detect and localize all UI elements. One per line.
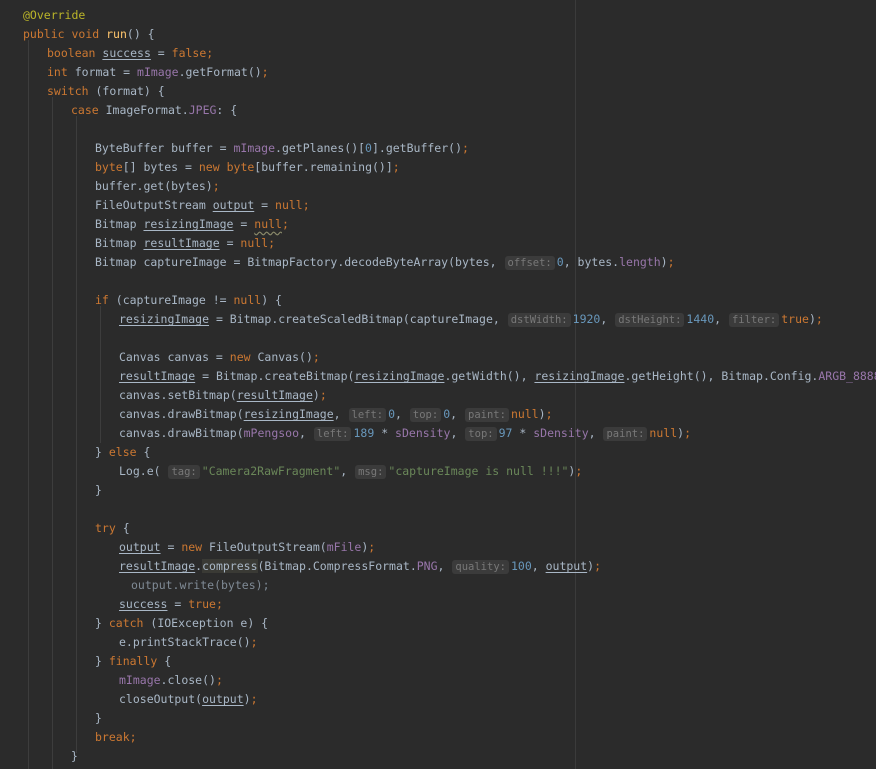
code-line-16[interactable]: if (captureImage != null) { xyxy=(95,291,282,310)
code-line-37[interactable]: closeOutput(output); xyxy=(119,690,258,709)
indent-guide xyxy=(100,306,101,443)
code-line-35[interactable]: } finally { xyxy=(95,652,171,671)
code-line-20[interactable]: resultImage = Bitmap.createBitmap(resizi… xyxy=(119,367,876,386)
code-line-19[interactable]: Canvas canvas = new Canvas(); xyxy=(119,348,320,367)
code-line-32[interactable]: success = true; xyxy=(119,595,223,614)
code-line-1[interactable]: @Override xyxy=(23,6,85,25)
code-line-5[interactable]: switch (format) { xyxy=(47,82,165,101)
param-hint: msg: xyxy=(355,465,387,479)
indent-guide xyxy=(52,97,53,769)
code-line-31[interactable]: output.write(bytes); xyxy=(131,576,270,595)
code-line-25[interactable]: Log.e( tag: "Camera2RawFragment", msg: "ca… xyxy=(119,462,582,481)
code-line-36[interactable]: mImage.close(); xyxy=(119,671,223,690)
code-line-22[interactable]: canvas.drawBitmap(resizingImage, left: 0,… xyxy=(119,405,553,424)
code-editor[interactable]: @Override public void run() { boolean su… xyxy=(0,0,876,769)
code-line-33[interactable]: } catch (IOException e) { xyxy=(95,614,268,633)
code-line-40[interactable]: } xyxy=(71,747,78,766)
code-line-3[interactable]: boolean success = false; xyxy=(47,44,213,63)
param-hint: paint: xyxy=(603,427,648,441)
code-line-26[interactable]: } xyxy=(95,481,102,500)
code-line-6[interactable]: case ImageFormat.JPEG: { xyxy=(71,101,237,120)
code-line-10[interactable]: buffer.get(bytes); xyxy=(95,177,220,196)
param-hint: filter: xyxy=(728,313,780,327)
code-line-17[interactable]: resizingImage = Bitmap.createScaledBitma… xyxy=(119,310,823,329)
code-line-34[interactable]: e.printStackTrace(); xyxy=(119,633,258,652)
code-line-28[interactable]: try { xyxy=(95,519,130,538)
param-hint: paint: xyxy=(465,408,509,422)
code-line-13[interactable]: Bitmap resultImage = null; xyxy=(95,234,275,253)
code-line-14[interactable]: Bitmap captureImage = BitmapFactory.deco… xyxy=(95,253,675,272)
param-hint: dstWidth: xyxy=(507,313,571,327)
code-line-29[interactable]: output = new FileOutputStream(mFile); xyxy=(119,538,375,557)
param-hint: tag: xyxy=(168,465,200,479)
code-line-23[interactable]: canvas.drawBitmap(mPengsoo, left: 189 * s… xyxy=(119,424,691,443)
param-hint: left: xyxy=(313,427,352,441)
param-hint: offset: xyxy=(504,256,555,270)
code-line-9[interactable]: byte[] bytes = new byte[buffer.remaining… xyxy=(95,158,400,177)
code-line-2[interactable]: public void run() { xyxy=(23,25,155,44)
indent-guide xyxy=(28,40,29,769)
code-line-30[interactable]: resultImage.compress(Bitmap.CompressForm… xyxy=(119,557,601,576)
param-hint: dstHeight: xyxy=(615,313,685,327)
code-line-4[interactable]: int format = mImage.getFormat(); xyxy=(47,63,269,82)
param-hint: left: xyxy=(348,408,387,422)
code-line-12[interactable]: Bitmap resizingImage = null; xyxy=(95,215,289,234)
code-line-8[interactable]: ByteBuffer buffer = mImage.getPlanes()[0… xyxy=(95,139,469,158)
param-hint: quality: xyxy=(452,560,509,574)
code-line-38[interactable]: } xyxy=(95,709,102,728)
code-line-24[interactable]: } else { xyxy=(95,443,150,462)
param-hint: top: xyxy=(465,427,497,441)
code-line-11[interactable]: FileOutputStream output = null; xyxy=(95,196,310,215)
code-line-21[interactable]: canvas.setBitmap(resultImage); xyxy=(119,386,327,405)
param-hint: top: xyxy=(409,408,442,422)
code-line-39[interactable]: break; xyxy=(95,728,137,747)
indent-guide xyxy=(76,116,77,753)
